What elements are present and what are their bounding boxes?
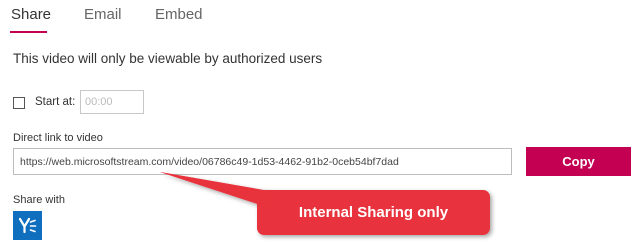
authorization-notice: This video will only be viewable by auth… [13,51,323,66]
tab-email[interactable]: Email [84,6,122,23]
copy-button[interactable]: Copy [526,147,631,176]
start-time-input[interactable] [80,90,144,114]
active-tab-indicator [10,31,47,33]
tab-bar: Share Email Embed [0,0,634,36]
direct-link-url: https://web.microsoftstream.com/video/06… [20,156,399,168]
direct-link-label: Direct link to video [13,132,103,144]
yammer-share-button[interactable] [13,211,42,240]
start-at-checkbox[interactable] [13,97,25,109]
direct-link-field[interactable]: https://web.microsoftstream.com/video/06… [13,148,512,175]
callout-text: Internal Sharing only [298,204,449,221]
tab-embed[interactable]: Embed [155,6,203,23]
share-with-label: Share with [13,194,65,206]
start-at-label: Start at: [35,96,76,108]
tab-share[interactable]: Share [11,6,51,23]
yammer-icon [18,217,37,234]
